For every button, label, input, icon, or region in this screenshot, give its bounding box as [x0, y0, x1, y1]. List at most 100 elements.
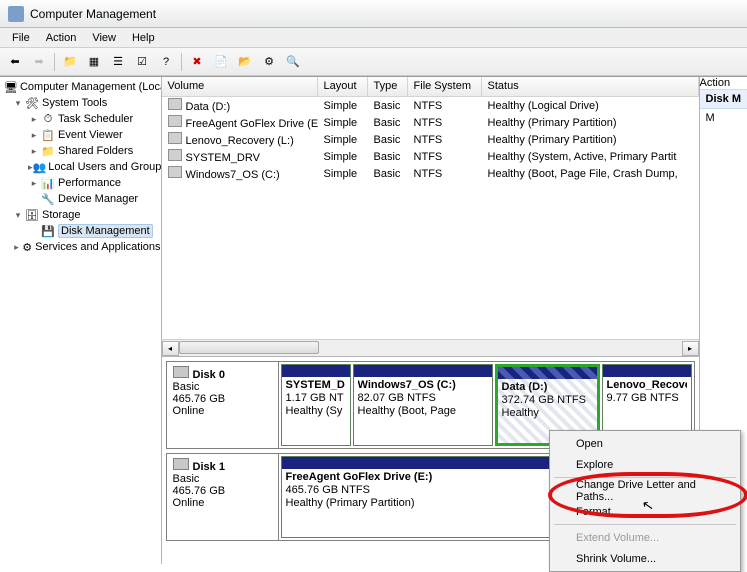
- horizontal-scrollbar[interactable]: ◂ ▸: [162, 339, 699, 356]
- tree-root-label: Computer Management (Local: [20, 81, 162, 93]
- perf-icon: 📊: [40, 176, 56, 190]
- show-hide-console-button[interactable]: ▦: [83, 51, 105, 73]
- menu-help[interactable]: Help: [124, 30, 163, 46]
- panel-icon: ▦: [89, 55, 99, 68]
- menu-shrink-volume[interactable]: Shrink Volume...: [552, 548, 738, 569]
- caret-right-icon: ▸: [28, 130, 40, 141]
- navigation-tree[interactable]: 🖥 Computer Management (Local ▾ 🛠 System …: [0, 77, 162, 564]
- action-button-2[interactable]: 📂: [234, 51, 256, 73]
- event-icon: 📋: [40, 128, 56, 142]
- col-volume[interactable]: Volume: [162, 77, 318, 96]
- tree-performance[interactable]: ▸📊Performance: [0, 175, 161, 191]
- tree-task-scheduler[interactable]: ▸⏱Task Scheduler: [0, 111, 161, 127]
- scroll-left-button[interactable]: ◂: [162, 341, 179, 356]
- actions-header: Action: [700, 77, 747, 89]
- scroll-track[interactable]: [179, 341, 682, 356]
- toolbar: ⬅ ➡ 📁 ▦ ☰ ☑ ? ✖ 📄 📂 ⚙ 🔍: [0, 48, 747, 76]
- clock-icon: ⏱: [40, 112, 56, 126]
- volume-icon: [168, 166, 182, 178]
- tree-local-users[interactable]: ▸👥Local Users and Groups: [0, 159, 161, 175]
- action-item[interactable]: Disk M: [700, 89, 747, 109]
- tree-root[interactable]: 🖥 Computer Management (Local: [0, 79, 161, 95]
- volume-list: Volume Layout Type File System Status Da…: [162, 77, 699, 357]
- volume-body: Data (D:)SimpleBasicNTFSHealthy (Logical…: [162, 97, 699, 339]
- caret-down-icon: ▾: [12, 210, 24, 221]
- folder-up-icon: 📁: [63, 55, 77, 68]
- caret-right-icon: ▸: [28, 114, 40, 125]
- scroll-thumb[interactable]: [179, 341, 319, 354]
- tree-disk-management[interactable]: 💾 Disk Management: [0, 223, 161, 239]
- menu-bar: File Action View Help: [0, 28, 747, 48]
- search-icon: 🔍: [286, 55, 300, 68]
- disk-info[interactable]: Disk 0 Basic 465.76 GB Online: [167, 362, 279, 448]
- volume-icon: [168, 149, 182, 161]
- gear-icon: ⚙: [264, 55, 274, 68]
- tree-storage[interactable]: ▾ 🗄 Storage: [0, 207, 161, 223]
- device-icon: 🔧: [40, 192, 56, 206]
- tree-label: System Tools: [42, 97, 107, 109]
- tree-event-viewer[interactable]: ▸📋Event Viewer: [0, 127, 161, 143]
- table-row[interactable]: FreeAgent GoFlex Drive (E:)SimpleBasicNT…: [162, 114, 699, 131]
- partition[interactable]: SYSTEM_D1.17 GB NTHealthy (Sy: [281, 364, 351, 446]
- back-button[interactable]: ⬅: [4, 51, 26, 73]
- forward-button[interactable]: ➡: [28, 51, 50, 73]
- menu-open[interactable]: Open: [552, 433, 738, 454]
- shared-folder-icon: 📁: [40, 144, 56, 158]
- menu-separator: [554, 524, 736, 525]
- action-button-1[interactable]: 📄: [210, 51, 232, 73]
- col-status[interactable]: Status: [482, 77, 699, 96]
- help-button[interactable]: ?: [155, 51, 177, 73]
- table-row[interactable]: Lenovo_Recovery (L:)SimpleBasicNTFSHealt…: [162, 131, 699, 148]
- menu-extend-volume: Extend Volume...: [552, 527, 738, 548]
- table-row[interactable]: Windows7_OS (C:)SimpleBasicNTFSHealthy (…: [162, 165, 699, 182]
- caret-right-icon: ▸: [28, 178, 40, 189]
- find-button[interactable]: 🔍: [282, 51, 304, 73]
- disk-info[interactable]: Disk 1 Basic 465.76 GB Online: [167, 454, 279, 540]
- col-type[interactable]: Type: [368, 77, 408, 96]
- refresh-button[interactable]: ☑: [131, 51, 153, 73]
- storage-icon: 🗄: [24, 208, 40, 222]
- col-layout[interactable]: Layout: [318, 77, 368, 96]
- doc-icon: 📄: [214, 55, 228, 68]
- tree-device-manager[interactable]: 🔧Device Manager: [0, 191, 161, 207]
- caret-right-icon: ▸: [28, 146, 40, 157]
- volume-icon: [168, 115, 182, 127]
- app-icon: [8, 6, 24, 22]
- disk-icon: [173, 458, 189, 470]
- help-icon: ?: [163, 56, 169, 68]
- tools-icon: 🛠: [24, 96, 40, 110]
- caret-down-icon: ▾: [12, 98, 24, 109]
- checklist-icon: ☑: [137, 55, 147, 68]
- disk-icon: [173, 366, 189, 378]
- users-icon: 👥: [33, 160, 47, 174]
- volume-icon: [168, 132, 182, 144]
- table-row[interactable]: Data (D:)SimpleBasicNTFSHealthy (Logical…: [162, 97, 699, 114]
- menu-explore[interactable]: Explore: [552, 454, 738, 475]
- list-icon: ☰: [113, 55, 123, 68]
- menu-action[interactable]: Action: [38, 30, 85, 46]
- delete-button[interactable]: ✖: [186, 51, 208, 73]
- partition[interactable]: Windows7_OS (C:)82.07 GB NTFSHealthy (Bo…: [353, 364, 493, 446]
- tree-services[interactable]: ▸ ⚙ Services and Applications: [0, 239, 161, 255]
- disk-manage-icon: 💾: [40, 224, 56, 238]
- arrow-right-icon: ➡: [34, 55, 43, 68]
- action-item[interactable]: M: [700, 109, 747, 127]
- volume-icon: [168, 98, 182, 110]
- table-row[interactable]: SYSTEM_DRVSimpleBasicNTFSHealthy (System…: [162, 148, 699, 165]
- open-icon: 📂: [238, 55, 252, 68]
- window-title: Computer Management: [30, 7, 156, 21]
- tree-selected-label: Disk Management: [58, 224, 153, 238]
- col-filesystem[interactable]: File System: [408, 77, 482, 96]
- up-button[interactable]: 📁: [59, 51, 81, 73]
- scroll-right-button[interactable]: ▸: [682, 341, 699, 356]
- arrow-left-icon: ⬅: [10, 55, 19, 68]
- x-icon: ✖: [192, 55, 201, 68]
- menu-view[interactable]: View: [84, 30, 124, 46]
- tree-shared-folders[interactable]: ▸📁Shared Folders: [0, 143, 161, 159]
- settings-button[interactable]: ⚙: [258, 51, 280, 73]
- tree-system-tools[interactable]: ▾ 🛠 System Tools: [0, 95, 161, 111]
- properties-button[interactable]: ☰: [107, 51, 129, 73]
- services-icon: ⚙: [21, 240, 33, 254]
- menu-file[interactable]: File: [4, 30, 38, 46]
- caret-right-icon: ▸: [12, 242, 21, 253]
